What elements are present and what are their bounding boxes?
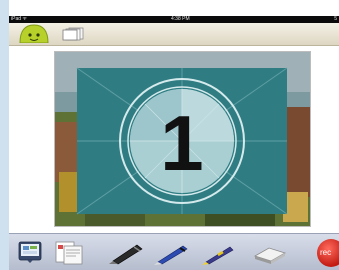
slide-frame: 1 <box>54 51 311 227</box>
blue-pen-icon <box>154 245 188 265</box>
whiteboard-button[interactable] <box>18 240 42 264</box>
yellow-highlighter-icon <box>202 246 234 265</box>
pages-icon <box>62 27 84 41</box>
pen-tool-button[interactable] <box>152 241 192 265</box>
marker-tool-button[interactable] <box>107 241 147 265</box>
top-toolbar <box>9 23 339 46</box>
ipad-app-screen: iPad ᯤ 4:38 PM 5 1 rec <box>9 0 339 270</box>
clock-label: 4:38 PM <box>171 16 190 22</box>
record-button[interactable]: rec <box>317 239 339 267</box>
pages-button[interactable] <box>61 27 85 41</box>
carrier-label: iPad ᯤ <box>11 16 27 22</box>
battery-label: 5 <box>334 16 337 22</box>
eraser-icon <box>254 247 286 264</box>
countdown-digit: 1 <box>160 99 203 187</box>
green-face-icon <box>19 24 49 44</box>
profile-button[interactable] <box>18 23 50 44</box>
status-bar: iPad ᯤ 4:38 PM 5 <box>9 16 339 23</box>
whiteboard-canvas[interactable]: 1 <box>9 46 339 233</box>
black-marker-icon <box>109 244 143 265</box>
bottom-toolbar: rec <box>9 233 339 270</box>
import-document-button[interactable] <box>54 239 84 267</box>
eraser-tool-button[interactable] <box>253 244 287 264</box>
whiteboard-thumbnail-icon <box>18 241 42 263</box>
highlighter-tool-button[interactable] <box>199 242 239 266</box>
film-countdown-leader: 1 <box>55 52 310 226</box>
document-import-icon <box>55 241 83 265</box>
device-bezel <box>0 0 9 270</box>
